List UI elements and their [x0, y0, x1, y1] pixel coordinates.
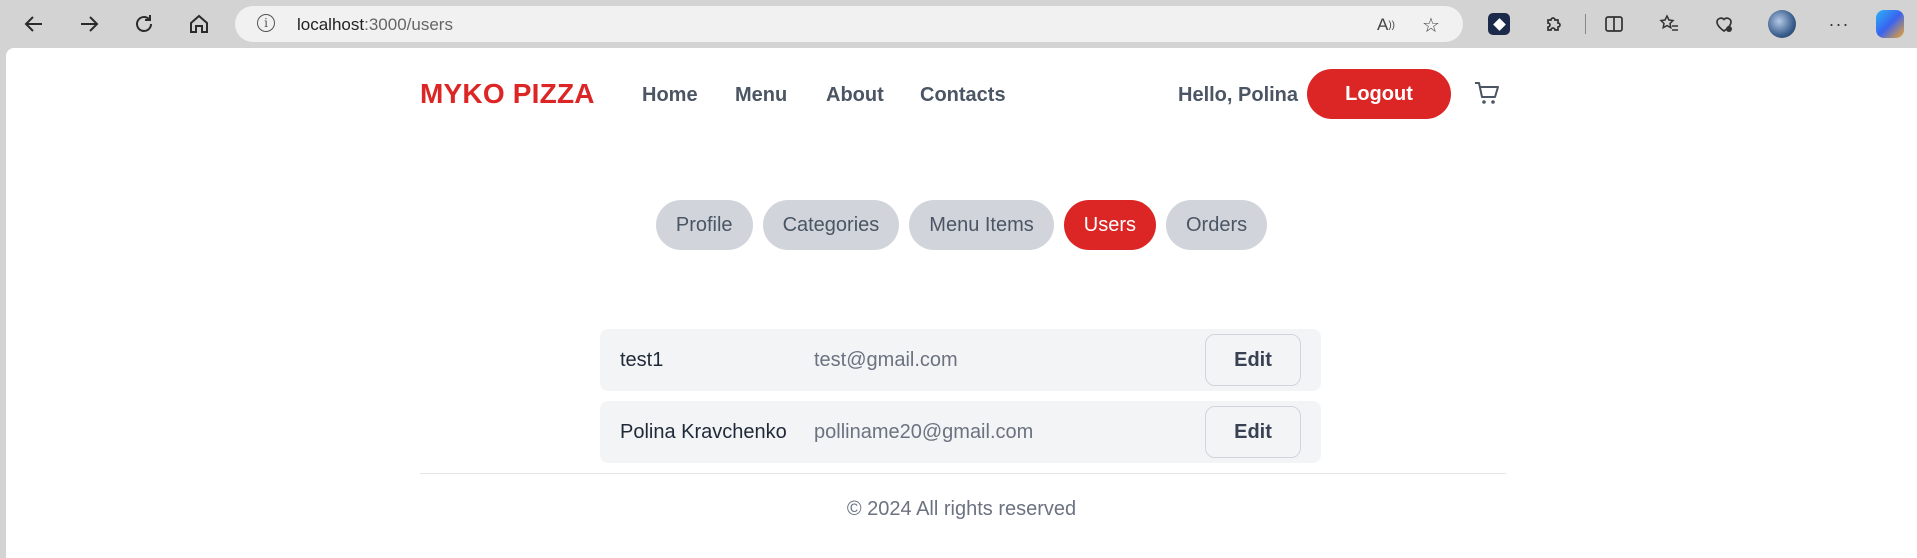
user-name: Polina Kravchenko: [620, 421, 787, 443]
tab-orders[interactable]: Orders: [1166, 200, 1268, 250]
nav-link-home[interactable]: Home: [642, 84, 698, 107]
site-header: MYKO PIZZA Home Menu About Contacts Hell…: [420, 68, 1506, 124]
nav-link-menu[interactable]: Menu: [735, 84, 787, 107]
url-host: localhost: [297, 15, 365, 34]
copilot-icon[interactable]: [1876, 10, 1904, 38]
nav-link-about[interactable]: About: [826, 84, 884, 107]
site-logo[interactable]: MYKO PIZZA: [420, 78, 595, 110]
cart-icon[interactable]: [1472, 78, 1502, 108]
footer-copyright: © 2024 All rights reserved: [846, 498, 1077, 520]
browser-toolbar: i localhost:3000/users A)) ☆ ···: [0, 0, 1917, 48]
user-greeting: Hello, Polina: [1178, 84, 1299, 106]
profile-avatar[interactable]: [1768, 10, 1796, 38]
back-arrow-icon[interactable]: [18, 8, 50, 40]
address-bar[interactable]: i localhost:3000/users A)) ☆: [235, 6, 1463, 42]
home-icon[interactable]: [183, 8, 215, 40]
extension-icon[interactable]: [1488, 13, 1510, 35]
edit-user-button[interactable]: Edit: [1205, 334, 1301, 386]
tab-profile[interactable]: Profile: [655, 200, 753, 250]
tab-menu-items[interactable]: Menu Items: [909, 200, 1054, 250]
user-row: Polina Kravchenko polliname20@gmail.com …: [600, 401, 1321, 463]
admin-tabs: Profile Categories Menu Items Users Orde…: [6, 200, 1917, 250]
page-viewport: MYKO PIZZA Home Menu About Contacts Hell…: [6, 48, 1917, 558]
user-name: test1: [620, 349, 664, 371]
user-email: test@gmail.com: [814, 349, 958, 371]
tab-categories[interactable]: Categories: [762, 200, 900, 250]
user-email: polliname20@gmail.com: [814, 421, 1034, 443]
extensions-puzzle-icon[interactable]: [1538, 8, 1570, 40]
site-info-icon[interactable]: i: [257, 14, 275, 32]
logout-button[interactable]: Logout: [1307, 69, 1451, 119]
user-row: test1 test@gmail.com Edit: [600, 329, 1321, 391]
refresh-icon[interactable]: [128, 8, 160, 40]
nav-link-contacts[interactable]: Contacts: [920, 84, 1006, 107]
forward-arrow-icon[interactable]: [73, 8, 105, 40]
read-aloud-icon[interactable]: A)): [1373, 12, 1399, 38]
split-screen-icon[interactable]: [1598, 8, 1630, 40]
url-text[interactable]: localhost:3000/users: [297, 15, 453, 35]
users-list: test1 test@gmail.com Edit Polina Kravche…: [600, 329, 1321, 473]
edit-user-button[interactable]: Edit: [1205, 406, 1301, 458]
browser-essentials-icon[interactable]: [1708, 8, 1740, 40]
more-options-icon[interactable]: ···: [1823, 8, 1855, 40]
favorites-list-icon[interactable]: [1653, 8, 1685, 40]
favorite-star-icon[interactable]: ☆: [1418, 12, 1444, 38]
footer-divider: [420, 473, 1506, 474]
tab-users[interactable]: Users: [1063, 200, 1156, 250]
toolbar-separator: [1585, 14, 1586, 34]
url-path: :3000/users: [364, 15, 453, 34]
